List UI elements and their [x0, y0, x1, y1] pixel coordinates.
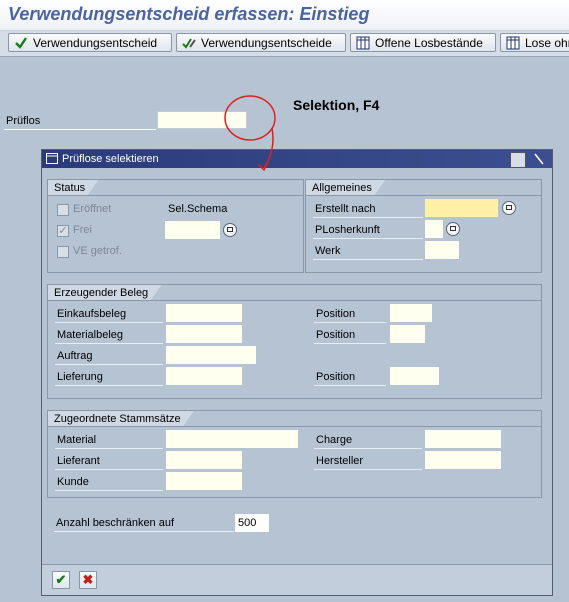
hersteller-input[interactable] — [425, 451, 501, 469]
dialog-title-bar: Prüflose selektieren — [42, 150, 552, 168]
erzeugender-beleg-heading: Erzeugender Beleg — [47, 284, 162, 301]
position-underline — [314, 343, 386, 344]
einkaufsbeleg-input[interactable] — [166, 304, 242, 322]
stammsaetze-group: Zugeordnete Stammsätze Material Charge L… — [47, 410, 542, 498]
auftrag-input[interactable] — [166, 346, 256, 364]
dialog-title: Prüflose selektieren — [62, 153, 159, 165]
checkmark-icon — [15, 37, 27, 49]
verwendungsentscheide-button[interactable]: Verwendungsentscheide — [176, 33, 346, 52]
lieferant-underline — [55, 469, 163, 470]
lieferung-underline — [55, 385, 163, 386]
frei-label: Frei — [73, 224, 92, 236]
eroeffnet-checkbox[interactable] — [57, 204, 69, 216]
kunde-underline — [55, 490, 163, 491]
hersteller-underline — [314, 469, 422, 470]
charge-input[interactable] — [425, 430, 501, 448]
materialbeleg-label: Materialbeleg — [57, 329, 124, 341]
frei-checkbox[interactable]: ✓ — [57, 225, 69, 237]
close-icon[interactable] — [532, 152, 546, 166]
application-toolbar: Verwendungsentscheid Verwendungsentschei… — [0, 31, 569, 57]
material-input[interactable] — [166, 430, 298, 448]
allgemeines-heading: Allgemeines — [305, 179, 386, 196]
position-underline — [314, 385, 386, 386]
erzeugender-beleg-header-line — [48, 300, 541, 301]
charge-label: Charge — [316, 434, 353, 446]
erstellt-nach-input[interactable] — [425, 199, 498, 217]
status-header-line — [48, 195, 303, 196]
anzahl-underline — [54, 531, 234, 532]
multi-edit-icon — [182, 38, 196, 49]
selektion-annotation: Selektion, F4 — [293, 97, 380, 113]
auftrag-underline — [55, 364, 163, 365]
annotation-arrow-icon — [224, 95, 276, 172]
dialog-footer: ✔ ✖ — [42, 564, 552, 595]
lose-ohne-button[interactable]: Lose ohne — [500, 33, 569, 52]
hersteller-label: Hersteller — [316, 455, 364, 467]
anzahl-label: Anzahl beschränken auf — [56, 517, 175, 529]
kunde-label: Kunde — [57, 476, 89, 488]
table-icon — [356, 36, 370, 50]
sel-schema-label: Sel.Schema — [168, 203, 228, 215]
lieferung-input[interactable] — [166, 367, 242, 385]
offene-losbestaende-button[interactable]: Offene Losbestände — [350, 33, 496, 52]
materialbeleg-underline — [55, 343, 163, 344]
material-label: Material — [57, 434, 97, 446]
value-help-icon[interactable] — [223, 223, 237, 237]
status-heading: Status — [47, 179, 99, 196]
werk-underline — [313, 259, 423, 260]
value-help-icon[interactable] — [446, 222, 460, 236]
einkaufsbeleg-position-input[interactable] — [390, 304, 432, 322]
allgemeines-header-line — [306, 195, 541, 196]
lieferant-label: Lieferant — [57, 455, 100, 467]
window-icon — [46, 153, 58, 164]
stammsaetze-heading: Zugeordnete Stammsätze — [47, 410, 195, 427]
kunde-input[interactable] — [166, 472, 242, 490]
prueflos-underline — [4, 129, 156, 130]
lieferung-position-input[interactable] — [390, 367, 439, 385]
sel-schema-input[interactable] — [165, 221, 220, 239]
lieferung-label: Lieferung — [57, 371, 103, 383]
prueflose-selektieren-dialog: Prüflose selektieren Status Eröffnet ✓ F… — [41, 149, 553, 596]
confirm-button[interactable]: ✔ — [52, 571, 70, 589]
status-group: Status Eröffnet ✓ Frei VE getrof. Sel.Sc… — [47, 179, 304, 273]
materialbeleg-position-input[interactable] — [390, 325, 425, 343]
plosherkunft-underline — [313, 238, 423, 239]
plosherkunft-label: PLosherkunft — [315, 224, 380, 236]
erstellt-nach-underline — [313, 217, 423, 218]
auftrag-label: Auftrag — [57, 350, 93, 362]
erstellt-nach-label: Erstellt nach — [315, 203, 376, 215]
position-label: Position — [316, 308, 356, 320]
lose-ohne-label: Lose ohne — [525, 36, 569, 50]
verwendungsentscheide-label: Verwendungsentscheide — [201, 36, 332, 50]
position-underline — [314, 322, 386, 323]
plosherkunft-input[interactable] — [425, 220, 443, 238]
print-icon[interactable] — [510, 152, 526, 168]
value-help-icon[interactable] — [502, 201, 516, 215]
title-bar: Verwendungsentscheid erfassen: Einstieg — [0, 0, 569, 31]
verwendungsentscheid-label: Verwendungsentscheid — [33, 36, 158, 50]
werk-input[interactable] — [425, 241, 459, 259]
cancel-button[interactable]: ✖ — [79, 571, 97, 589]
ve-getrof-checkbox[interactable] — [57, 246, 69, 258]
anzahl-input[interactable]: 500 — [235, 514, 269, 532]
offene-losbestaende-label: Offene Losbestände — [375, 36, 483, 50]
page-title: Verwendungsentscheid erfassen: Einstieg — [8, 4, 370, 24]
table-icon — [506, 36, 520, 50]
ve-getrof-label: VE getrof. — [73, 245, 122, 257]
stammsaetze-header-line — [48, 426, 541, 427]
erzeugender-beleg-group: Erzeugender Beleg Einkaufsbeleg Position… — [47, 284, 542, 399]
werk-label: Werk — [315, 245, 341, 257]
material-underline — [55, 448, 163, 449]
position-label: Position — [316, 371, 356, 383]
einkaufsbeleg-label: Einkaufsbeleg — [57, 308, 127, 320]
charge-underline — [314, 448, 422, 449]
position-label: Position — [316, 329, 356, 341]
materialbeleg-input[interactable] — [166, 325, 242, 343]
prueflos-label: Prüflos — [6, 115, 41, 127]
lieferant-input[interactable] — [166, 451, 242, 469]
eroeffnet-label: Eröffnet — [73, 203, 112, 215]
einkaufsbeleg-underline — [55, 322, 163, 323]
allgemeines-group: Allgemeines Erstellt nach PLosherkunft W… — [305, 179, 542, 273]
verwendungsentscheid-button[interactable]: Verwendungsentscheid — [8, 33, 172, 52]
